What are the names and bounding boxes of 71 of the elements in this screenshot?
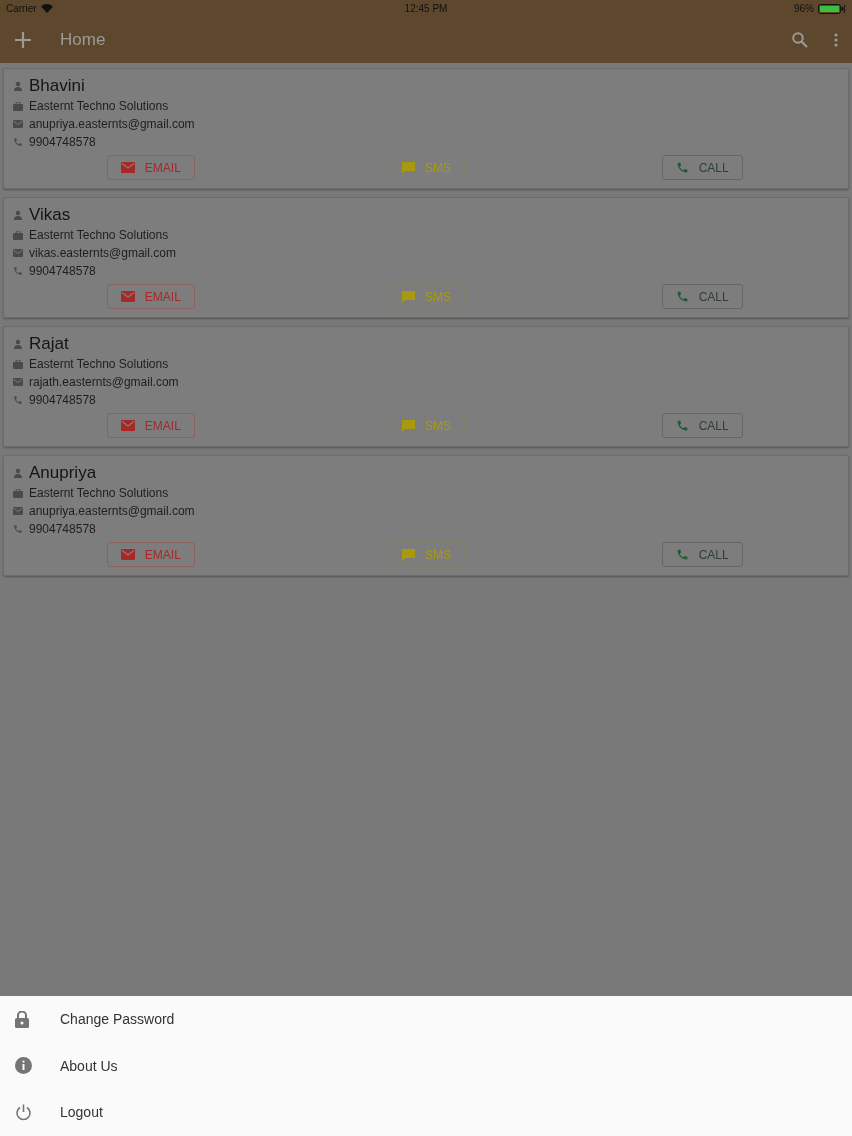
envelope-icon: [13, 249, 23, 257]
briefcase-icon: [13, 488, 23, 498]
phone-icon: [13, 395, 23, 405]
wifi-icon: [40, 4, 53, 13]
sms-button[interactable]: SMS: [388, 155, 465, 180]
company-name: Easternt Techno Solutions: [29, 357, 169, 371]
phone-number: 9904748578: [29, 393, 96, 407]
phone-number: 9904748578: [29, 135, 96, 149]
info-icon: [15, 1057, 32, 1075]
carrier-label: Carrier: [6, 3, 37, 14]
battery-percentage: 96%: [794, 3, 814, 14]
add-icon[interactable]: [14, 31, 32, 49]
chat-bubble-icon: [402, 548, 415, 561]
phone-icon: [13, 524, 23, 534]
envelope-icon: [13, 507, 23, 515]
envelope-icon: [120, 291, 135, 302]
menu-item[interactable]: About Us: [0, 1042, 852, 1090]
contact-name: Anupriya: [29, 463, 97, 483]
phone-number: 9904748578: [29, 522, 96, 536]
email-address: rajath.easternts@gmail.com: [29, 375, 179, 389]
call-button[interactable]: CALL: [661, 284, 743, 309]
email-button[interactable]: EMAIL: [106, 155, 195, 180]
envelope-icon: [120, 162, 135, 173]
phone-icon: [675, 290, 689, 303]
briefcase-icon: [13, 230, 23, 240]
briefcase-icon: [13, 101, 23, 111]
menu-item[interactable]: Change Password: [0, 996, 852, 1043]
envelope-icon: [13, 120, 23, 128]
contact-name: Vikas: [29, 205, 71, 225]
briefcase-icon: [13, 359, 23, 369]
lock-icon: [15, 1010, 29, 1028]
person-icon: [13, 468, 23, 478]
chat-bubble-icon: [402, 161, 415, 174]
call-button[interactable]: CALL: [661, 155, 743, 180]
toolbar-title: Home: [60, 30, 107, 50]
email-button[interactable]: EMAIL: [106, 284, 195, 309]
contact-name: Bhavini: [29, 76, 85, 96]
battery-icon: [818, 3, 846, 14]
menu-item[interactable]: Logout: [0, 1089, 852, 1136]
phone-number: 9904748578: [29, 264, 96, 278]
person-icon: [13, 339, 23, 349]
call-button[interactable]: CALL: [661, 413, 743, 438]
phone-icon: [675, 161, 689, 174]
sms-button[interactable]: SMS: [388, 542, 465, 567]
power-icon: [15, 1104, 32, 1121]
more-options-icon[interactable]: [834, 33, 838, 47]
phone-icon: [13, 137, 23, 147]
email-address: anupriya.easternts@gmail.com: [29, 504, 195, 518]
company-name: Easternt Techno Solutions: [29, 486, 169, 500]
search-icon[interactable]: [792, 32, 808, 48]
contact-name: Rajat: [29, 334, 69, 354]
sms-button[interactable]: SMS: [388, 284, 465, 309]
email-button[interactable]: EMAIL: [106, 413, 195, 438]
call-button[interactable]: CALL: [661, 542, 743, 567]
company-name: Easternt Techno Solutions: [29, 228, 169, 242]
chat-bubble-icon: [402, 290, 415, 303]
phone-icon: [13, 266, 23, 276]
person-icon: [13, 81, 23, 91]
email-address: vikas.easternts@gmail.com: [29, 246, 176, 260]
time-label: 12:45 PM: [404, 3, 448, 14]
envelope-icon: [120, 420, 135, 431]
person-icon: [13, 210, 23, 220]
phone-icon: [675, 419, 689, 432]
company-name: Easternt Techno Solutions: [29, 99, 169, 113]
email-address: anupriya.easternts@gmail.com: [29, 117, 195, 131]
phone-icon: [675, 548, 689, 561]
envelope-icon: [13, 378, 23, 386]
email-button[interactable]: EMAIL: [106, 542, 195, 567]
sms-button[interactable]: SMS: [388, 413, 465, 438]
envelope-icon: [120, 549, 135, 560]
chat-bubble-icon: [402, 419, 415, 432]
